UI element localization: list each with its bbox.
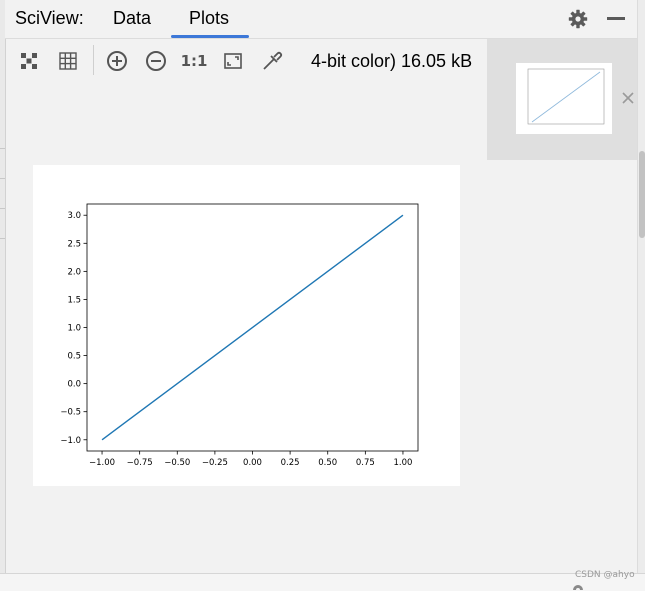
sciview-header: SciView: Data Plots [5,0,645,39]
toolbar-separator [93,45,94,75]
close-icon[interactable] [621,91,635,105]
y-tick-label: −1.0 [60,436,81,446]
y-tick-label: 0.0 [67,380,81,390]
zoom-in-icon[interactable] [105,49,129,73]
series-line [101,214,404,441]
image-toolbar: 1:1 4-bit color) 16.05 kB [5,39,487,83]
x-tick-label: −0.25 [202,458,228,468]
tab-plots[interactable]: Plots [189,8,229,29]
x-tick-label: 0.00 [243,458,262,468]
y-tick-label: 1.0 [67,324,81,334]
x-tick-label: −1.00 [89,458,115,468]
checker-icon[interactable] [17,49,41,73]
plot-image: −1.00 −0.75 −0.50 −0.25 0.00 0.25 0.50 0.75 1.00… [33,165,460,486]
grid-icon[interactable] [56,49,80,73]
scrollbar-thumb[interactable] [639,151,645,238]
y-tick-label: −0.5 [60,408,81,418]
image-info-text: 4-bit color) 16.05 kB [311,51,473,71]
fit-icon[interactable] [221,49,245,73]
minimize-icon[interactable] [607,17,625,20]
x-tick-label: 1.00 [393,458,412,468]
bottom-status-bar [0,573,645,591]
color-picker-icon[interactable] [260,49,284,73]
gear-icon-partial [570,582,586,590]
watermark: CSDN @ahyo [575,570,635,580]
y-tick-label: 0.5 [67,352,81,362]
x-tick-label: 0.75 [356,458,375,468]
plot-thumbnail-panel [487,39,637,160]
y-tick-label: 1.5 [67,295,81,305]
x-tick-label: −0.75 [127,458,153,468]
active-tab-indicator [171,35,249,38]
tab-data[interactable]: Data [113,8,151,29]
y-tick-label: 3.0 [67,211,81,221]
zoom-out-icon[interactable] [144,49,168,73]
panel-title: SciView: [15,8,84,28]
y-tick-label: 2.0 [67,267,81,277]
vertical-scrollbar[interactable] [637,0,645,573]
line-chart: −1.00 −0.75 −0.50 −0.25 0.00 0.25 0.50 0.75 1.00… [60,203,419,468]
left-edge-strip [0,0,6,573]
gear-icon[interactable] [568,9,588,29]
x-tick-label: 0.25 [281,458,300,468]
x-tick-label: 0.50 [318,458,337,468]
x-tick-label: −0.50 [164,458,190,468]
actual-size-icon[interactable]: 1:1 [181,49,208,73]
y-tick-label: 2.5 [67,239,81,249]
plot-thumbnail[interactable] [516,63,612,134]
